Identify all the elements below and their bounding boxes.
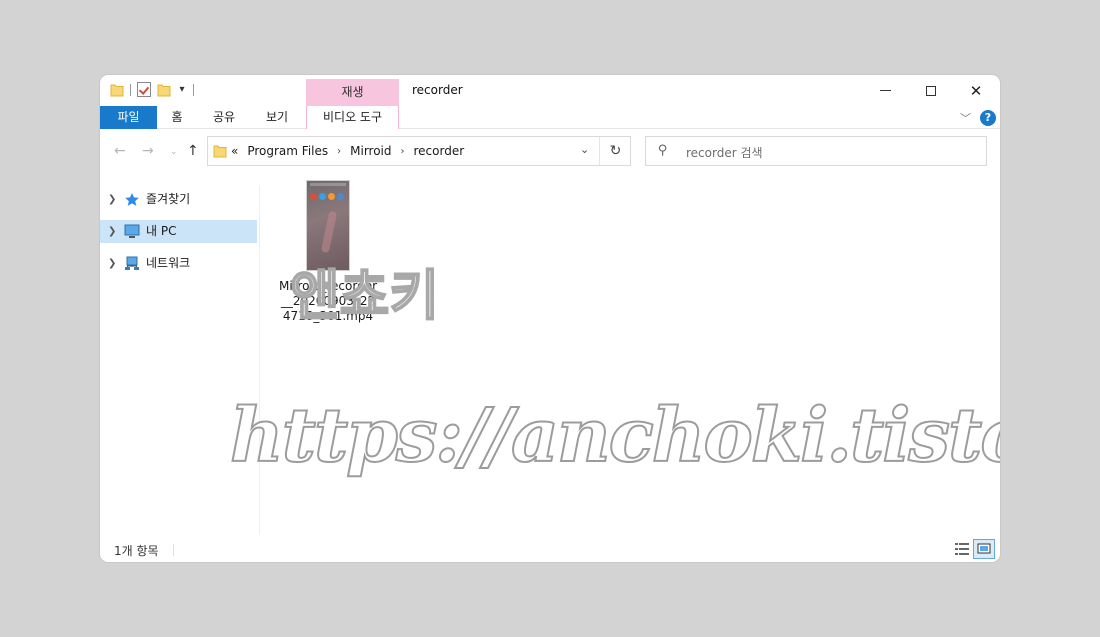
minimize-button[interactable] — [862, 75, 908, 106]
sidebar-item-network[interactable]: ❯ 네트워크 — [100, 252, 257, 275]
sidebar-item-favorites[interactable]: ❯ 즐겨찾기 — [100, 188, 257, 211]
toolbar-separator — [130, 83, 131, 96]
navigation-bar: ← → ⌄ ↑ « Program Files › Mirroid › reco… — [100, 130, 1000, 170]
watermark-text: https://anchoki.tistory.com — [229, 392, 1000, 480]
breadcrumb-overflow[interactable]: « — [231, 144, 238, 158]
folder-icon[interactable] — [110, 83, 124, 97]
window-title: recorder — [412, 83, 463, 97]
network-icon — [125, 256, 139, 270]
navigation-pane: ❯ 즐겨찾기 ❯ 내 PC ❯ 네트워크 — [100, 185, 260, 535]
maximize-button[interactable] — [908, 75, 954, 106]
quick-access-toolbar: ▾ — [110, 82, 194, 97]
explorer-window: ▾ 재생 recorder ✕ 파일 홈 공유 보기 비디오 도구 ﹀ ? ← … — [100, 75, 1000, 562]
sidebar-item-label: 즐겨찾기 — [146, 192, 191, 206]
toolbar-separator — [193, 83, 194, 96]
large-icons-view-button[interactable] — [973, 539, 995, 559]
chevron-down-icon[interactable]: ⌄ — [580, 143, 589, 156]
maximize-icon — [926, 85, 936, 96]
folder-icon — [213, 145, 227, 158]
status-item-count: 1개 항목 — [114, 544, 159, 558]
breadcrumb: « Program Files › Mirroid › recorder — [231, 144, 464, 158]
computer-icon — [124, 224, 140, 238]
breadcrumb-item[interactable]: Program Files — [247, 144, 328, 158]
chevron-right-icon[interactable]: › — [401, 146, 405, 157]
forward-arrow-icon[interactable]: → — [142, 143, 154, 159]
recent-locations-icon[interactable]: ⌄ — [170, 147, 178, 157]
properties-icon[interactable] — [137, 82, 151, 97]
refresh-icon: ↻ — [609, 143, 622, 159]
close-button[interactable]: ✕ — [953, 75, 999, 106]
refresh-button[interactable]: ↻ — [599, 137, 631, 165]
sidebar-item-label: 내 PC — [146, 224, 177, 238]
context-tab-play: 재생 — [306, 79, 399, 106]
tab-video-tools[interactable]: 비디오 도구 — [306, 106, 399, 129]
up-arrow-icon[interactable]: ↑ — [187, 143, 199, 159]
tab-share[interactable]: 공유 — [207, 106, 241, 129]
title-bar: ▾ 재생 recorder ✕ — [100, 75, 1000, 106]
file-name: Mirroid_recorder__20200903_224718_301.mp… — [278, 279, 378, 323]
chevron-right-icon[interactable]: ❯ — [108, 252, 116, 275]
tab-file[interactable]: 파일 — [100, 106, 157, 129]
file-item[interactable]: Mirroid_recorder__20200903_224718_301.mp… — [278, 180, 378, 324]
breadcrumb-item[interactable]: recorder — [414, 144, 465, 158]
details-view-icon[interactable] — [952, 539, 972, 559]
search-icon: ⚲ — [658, 143, 668, 158]
expand-ribbon-icon[interactable]: ﹀ — [960, 110, 971, 126]
sidebar-item-this-pc[interactable]: ❯ 내 PC — [100, 220, 257, 243]
new-folder-icon[interactable] — [157, 83, 171, 97]
search-box[interactable]: ⚲ recorder 검색 — [645, 136, 987, 166]
video-thumbnail — [306, 180, 350, 271]
tab-home[interactable]: 홈 — [162, 106, 192, 129]
minimize-icon — [879, 90, 891, 91]
chevron-right-icon[interactable]: ❯ — [108, 188, 116, 211]
star-icon — [125, 193, 139, 206]
back-arrow-icon[interactable]: ← — [114, 143, 126, 159]
breadcrumb-item[interactable]: Mirroid — [350, 144, 391, 158]
sidebar-item-label: 네트워크 — [146, 256, 191, 270]
ribbon-tabs: 파일 홈 공유 보기 비디오 도구 ﹀ ? — [100, 106, 1000, 129]
status-separator — [173, 544, 174, 556]
help-icon[interactable]: ? — [980, 110, 996, 126]
address-bar[interactable]: « Program Files › Mirroid › recorder ⌄ ↻ — [207, 136, 631, 166]
search-input[interactable]: recorder 검색 — [686, 144, 763, 161]
chevron-right-icon[interactable]: › — [337, 146, 341, 157]
close-icon: ✕ — [969, 81, 983, 100]
large-icons-view-icon — [977, 543, 991, 554]
chevron-right-icon[interactable]: ❯ — [108, 220, 116, 243]
tab-view[interactable]: 보기 — [260, 106, 294, 129]
customize-toolbar-icon[interactable]: ▾ — [177, 84, 187, 95]
